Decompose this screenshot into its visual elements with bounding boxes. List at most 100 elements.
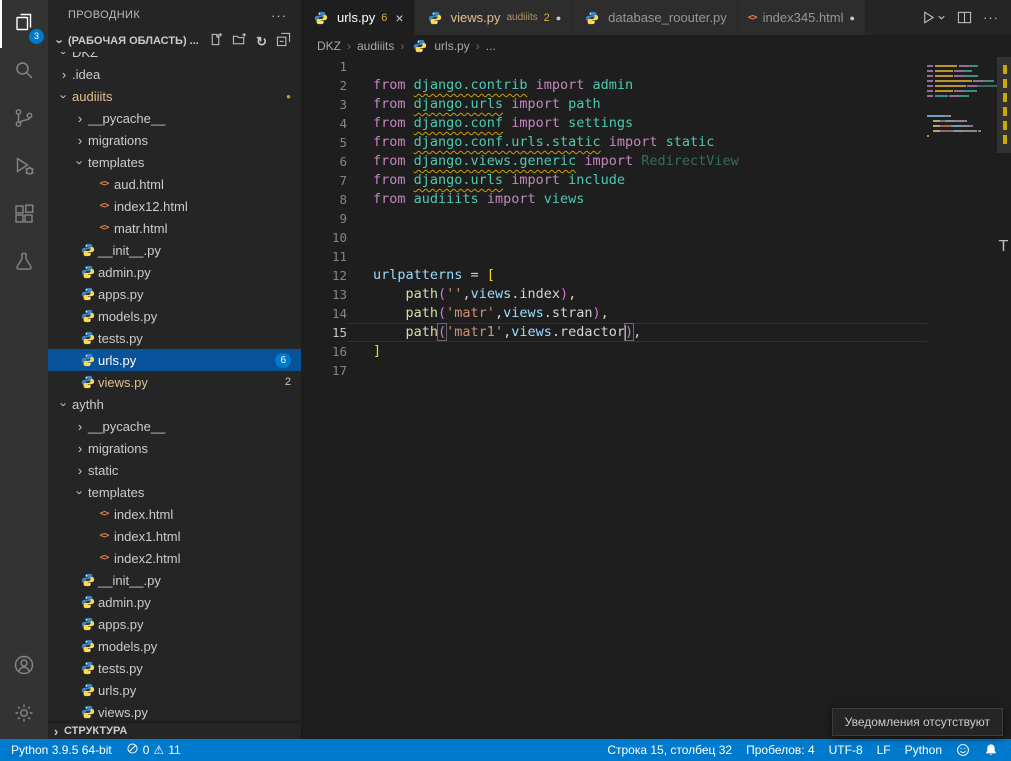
problems-indicator[interactable]: 0 ⚠ 11 <box>119 739 188 761</box>
line-number[interactable]: 12 <box>301 266 347 285</box>
code-text[interactable]: path('',views.index), <box>347 285 927 304</box>
line-number[interactable]: 9 <box>301 209 347 228</box>
breadcrumb-item-urls-py[interactable]: urls.py <box>410 39 469 53</box>
split-editor-icon[interactable] <box>957 10 972 25</box>
tree-item-index12-html[interactable]: <>index12.html <box>48 195 301 217</box>
code-text[interactable]: from django.urls import path <box>347 95 927 114</box>
code-line[interactable]: 5from django.conf.urls.static import sta… <box>301 133 927 152</box>
tree-item-audiiits[interactable]: ›audiiits● <box>48 85 301 107</box>
tree-item-templates[interactable]: ›templates <box>48 151 301 173</box>
tree-item-models-py[interactable]: models.py <box>48 635 301 657</box>
code-line[interactable]: 15 path('matr1',views.redactor), <box>301 323 927 342</box>
code-line[interactable]: 10 <box>301 228 927 247</box>
code-text[interactable]: from django.contrib import admin <box>347 76 927 95</box>
tree-item-apps-py[interactable]: apps.py <box>48 613 301 635</box>
code-line[interactable]: 16] <box>301 342 927 361</box>
breadcrumb-item-audiiits[interactable]: audiiits <box>357 39 394 53</box>
tree-item-migrations[interactable]: ›migrations <box>48 129 301 151</box>
tree-item-admin-py[interactable]: admin.py <box>48 591 301 613</box>
line-number[interactable]: 10 <box>301 228 347 247</box>
code-line[interactable]: 11 <box>301 247 927 266</box>
outline-section-header[interactable]: › СТРУКТУРА <box>48 723 301 739</box>
code-line[interactable]: 1 <box>301 57 927 76</box>
tab-views-py[interactable]: views.pyaudiiits2● <box>415 0 573 35</box>
code-text[interactable] <box>347 228 927 247</box>
workspace-section-header[interactable]: › (РАБОЧАЯ ОБЛАСТЬ) ... ↻ <box>48 30 301 52</box>
collapse-all-icon[interactable] <box>276 32 291 50</box>
tree-item-migrations[interactable]: ›migrations <box>48 437 301 459</box>
code-line[interactable]: 4from django.conf import settings <box>301 114 927 133</box>
code-line[interactable]: 8from audiiits import views <box>301 190 927 209</box>
line-number[interactable]: 3 <box>301 95 347 114</box>
tree-item-urls-py[interactable]: urls.py6 <box>48 349 301 371</box>
activity-explorer[interactable]: 3 <box>0 0 48 48</box>
editor-more-icon[interactable]: ··· <box>983 10 999 25</box>
code-text[interactable] <box>347 247 927 266</box>
close-icon[interactable]: × <box>395 10 403 26</box>
cursor-position[interactable]: Строка 15, столбец 32 <box>600 739 739 761</box>
tree-item-init-py[interactable]: __init__.py <box>48 239 301 261</box>
eol[interactable]: LF <box>870 739 898 761</box>
tree-item-views-py[interactable]: views.py <box>48 701 301 723</box>
tree-item-pycache[interactable]: ›__pycache__ <box>48 415 301 437</box>
activity-settings[interactable] <box>0 691 48 739</box>
code-text[interactable]: from django.conf.urls.static import stat… <box>347 133 927 152</box>
indentation[interactable]: Пробелов: 4 <box>739 739 822 761</box>
code-line[interactable]: 6from django.views.generic import Redire… <box>301 152 927 171</box>
code-line[interactable]: 3from django.urls import path <box>301 95 927 114</box>
code-text[interactable]: from audiiits import views <box>347 190 927 209</box>
encoding[interactable]: UTF-8 <box>822 739 870 761</box>
activity-search[interactable] <box>0 48 48 96</box>
tree-item-views-py[interactable]: views.py2 <box>48 371 301 393</box>
tree-item-pycache[interactable]: ›__pycache__ <box>48 107 301 129</box>
code-text[interactable]: path('matr1',views.redactor), <box>347 323 927 342</box>
line-number[interactable]: 8 <box>301 190 347 209</box>
activity-run-debug[interactable] <box>0 144 48 192</box>
tree-item-apps-py[interactable]: apps.py <box>48 283 301 305</box>
code-text[interactable] <box>347 361 927 380</box>
breadcrumb-item-[interactable]: ... <box>486 39 496 53</box>
tree-item-urls-py[interactable]: urls.py <box>48 679 301 701</box>
breadcrumb-item-dkz[interactable]: DKZ <box>317 39 341 53</box>
line-number[interactable]: 2 <box>301 76 347 95</box>
code-line[interactable]: 7from django.urls import include <box>301 171 927 190</box>
code-line[interactable]: 9 <box>301 209 927 228</box>
tree-item-index-html[interactable]: <>index.html <box>48 503 301 525</box>
tree-item-idea[interactable]: ›.idea <box>48 63 301 85</box>
sidebar-more-icon[interactable]: ··· <box>271 8 287 23</box>
code-text[interactable]: from django.views.generic import Redirec… <box>347 152 927 171</box>
code-line[interactable]: 2from django.contrib import admin <box>301 76 927 95</box>
activity-extensions[interactable] <box>0 192 48 240</box>
tree-item-templates[interactable]: ›templates <box>48 481 301 503</box>
tree-item-tests-py[interactable]: tests.py <box>48 327 301 349</box>
minimap[interactable] <box>927 57 997 739</box>
line-number[interactable]: 15 <box>301 323 347 342</box>
line-number[interactable]: 7 <box>301 171 347 190</box>
activity-source-control[interactable] <box>0 96 48 144</box>
line-number[interactable]: 5 <box>301 133 347 152</box>
tree-item-static[interactable]: ›static <box>48 459 301 481</box>
new-file-icon[interactable] <box>208 32 223 50</box>
line-number[interactable]: 17 <box>301 361 347 380</box>
line-number[interactable]: 16 <box>301 342 347 361</box>
code-text[interactable]: ] <box>347 342 927 361</box>
tree-item-aud-html[interactable]: <>aud.html <box>48 173 301 195</box>
activity-testing[interactable] <box>0 240 48 288</box>
tree-item-admin-py[interactable]: admin.py <box>48 261 301 283</box>
tree-item-dkz[interactable]: ›DKZ <box>48 52 301 63</box>
line-number[interactable]: 4 <box>301 114 347 133</box>
tree-item-index2-html[interactable]: <>index2.html <box>48 547 301 569</box>
activity-account[interactable] <box>0 643 48 691</box>
code-line[interactable]: 13 path('',views.index), <box>301 285 927 304</box>
feedback-icon[interactable] <box>949 739 977 761</box>
new-folder-icon[interactable] <box>232 32 247 50</box>
tree-item-matr-html[interactable]: <>matr.html <box>48 217 301 239</box>
code-text[interactable] <box>347 209 927 228</box>
code-line[interactable]: 17 <box>301 361 927 380</box>
notification-toast[interactable]: Уведомления отсутствуют <box>832 708 1003 736</box>
language-mode[interactable]: Python <box>898 739 949 761</box>
notifications-bell-icon[interactable] <box>977 739 1005 761</box>
python-interpreter[interactable]: Python 3.9.5 64-bit <box>4 739 119 761</box>
code-text[interactable] <box>347 57 927 76</box>
code-text[interactable]: from django.urls import include <box>347 171 927 190</box>
